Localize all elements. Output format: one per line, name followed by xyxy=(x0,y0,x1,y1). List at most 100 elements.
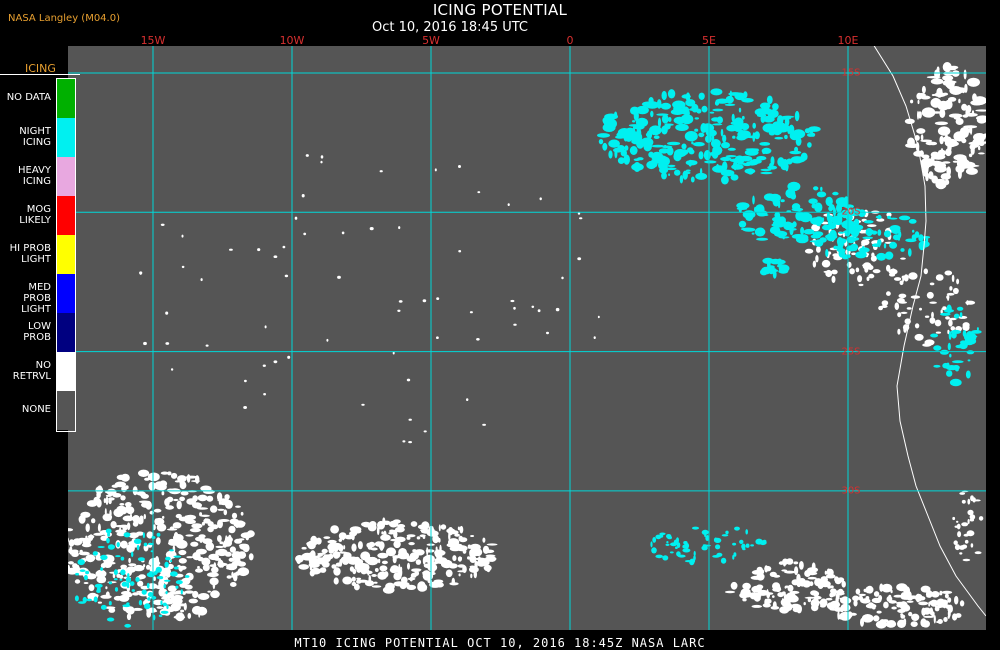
night-icing-patch xyxy=(665,167,677,171)
no-retrieval-patch xyxy=(120,564,128,569)
no-retrieval-patch xyxy=(978,152,985,155)
no-retrieval-patch xyxy=(482,423,486,426)
night-icing-patch xyxy=(142,532,145,539)
night-icing-patch xyxy=(821,225,833,230)
no-retrieval-patch xyxy=(920,95,931,100)
legend-label-line1: LOW xyxy=(28,321,51,332)
no-retrieval-patch xyxy=(963,533,969,537)
no-retrieval-patch xyxy=(435,546,438,552)
night-icing-patch xyxy=(709,111,715,114)
no-retrieval-patch xyxy=(926,291,934,299)
night-icing-patch xyxy=(106,617,115,622)
no-retrieval-patch xyxy=(824,570,828,575)
no-retrieval-patch xyxy=(215,550,218,559)
no-retrieval-patch xyxy=(356,579,362,584)
no-retrieval-patch xyxy=(116,505,126,512)
no-retrieval-patch xyxy=(438,524,441,532)
legend-swatch xyxy=(57,196,75,235)
no-retrieval-patch xyxy=(740,591,743,595)
night-icing-patch xyxy=(184,575,190,578)
no-retrieval-patch xyxy=(826,602,836,610)
legend-label-line2: ICING xyxy=(22,137,51,148)
no-retrieval-patch xyxy=(941,161,951,164)
no-retrieval-patch xyxy=(229,248,233,251)
no-retrieval-patch xyxy=(864,266,869,273)
no-retrieval-patch xyxy=(328,553,334,560)
no-retrieval-patch xyxy=(873,615,880,622)
no-retrieval-patch xyxy=(930,78,944,85)
no-retrieval-patch xyxy=(97,523,101,532)
no-retrieval-patch xyxy=(244,379,247,383)
no-retrieval-patch xyxy=(307,554,317,563)
night-icing-patch xyxy=(762,149,766,155)
no-retrieval-patch xyxy=(467,556,471,560)
no-retrieval-patch xyxy=(978,516,984,521)
night-icing-patch xyxy=(147,592,154,597)
no-retrieval-patch xyxy=(373,581,378,584)
no-retrieval-patch xyxy=(374,541,383,547)
no-retrieval-patch xyxy=(879,583,884,592)
no-retrieval-patch xyxy=(972,138,980,148)
no-retrieval-patch xyxy=(448,532,451,541)
no-retrieval-patch xyxy=(307,542,316,550)
night-icing-patch xyxy=(740,123,750,131)
no-retrieval-patch xyxy=(205,344,209,347)
no-retrieval-patch xyxy=(72,538,83,546)
no-retrieval-patch xyxy=(181,577,191,585)
night-icing-patch xyxy=(736,202,750,210)
no-retrieval-patch xyxy=(931,311,934,319)
night-icing-patch xyxy=(836,244,843,252)
no-retrieval-patch xyxy=(921,162,930,171)
night-icing-patch xyxy=(815,219,822,227)
no-retrieval-patch xyxy=(342,557,349,565)
night-icing-patch xyxy=(933,345,942,351)
night-icing-patch xyxy=(865,228,873,237)
night-icing-patch xyxy=(813,186,819,191)
night-icing-patch xyxy=(661,172,667,180)
legend-label: HI PROB LIGHT xyxy=(0,243,51,265)
legend-label: LOW PROB xyxy=(0,321,51,343)
legend-swatch xyxy=(57,157,75,196)
night-icing-patch xyxy=(632,124,636,134)
no-retrieval-patch xyxy=(940,148,944,154)
no-retrieval-patch xyxy=(906,307,912,310)
no-retrieval-patch xyxy=(821,259,831,268)
no-retrieval-patch xyxy=(917,99,920,105)
no-retrieval-patch xyxy=(887,620,895,624)
no-retrieval-patch xyxy=(918,111,922,119)
no-retrieval-patch xyxy=(165,311,169,315)
no-retrieval-patch xyxy=(379,565,388,572)
night-icing-patch xyxy=(108,601,112,606)
night-icing-patch xyxy=(698,132,705,138)
no-retrieval-patch xyxy=(108,607,116,613)
no-retrieval-patch xyxy=(793,561,799,565)
no-retrieval-patch xyxy=(143,513,146,520)
no-retrieval-patch xyxy=(813,595,822,600)
no-retrieval-patch xyxy=(191,523,203,529)
no-retrieval-patch xyxy=(926,107,932,112)
night-icing-patch xyxy=(703,150,711,161)
night-icing-patch xyxy=(685,99,696,107)
no-retrieval-patch xyxy=(577,257,582,261)
no-retrieval-patch xyxy=(939,590,943,596)
no-retrieval-patch xyxy=(766,589,769,598)
no-retrieval-patch xyxy=(320,155,324,159)
no-retrieval-patch xyxy=(469,548,480,557)
no-retrieval-patch xyxy=(203,518,211,524)
no-retrieval-patch xyxy=(333,577,339,585)
no-retrieval-patch xyxy=(899,280,904,286)
night-icing-patch xyxy=(158,614,163,618)
no-retrieval-patch xyxy=(810,590,818,596)
no-retrieval-patch xyxy=(102,513,113,522)
no-retrieval-patch xyxy=(209,577,219,586)
no-retrieval-patch xyxy=(101,579,106,583)
no-retrieval-patch xyxy=(451,577,455,586)
no-retrieval-patch xyxy=(476,559,487,567)
night-icing-patch xyxy=(772,103,779,111)
night-icing-patch xyxy=(693,550,696,557)
no-retrieval-patch xyxy=(68,548,72,554)
night-icing-patch xyxy=(635,117,649,128)
night-icing-patch xyxy=(692,526,699,530)
no-retrieval-patch xyxy=(974,551,982,555)
no-retrieval-patch xyxy=(436,297,440,300)
